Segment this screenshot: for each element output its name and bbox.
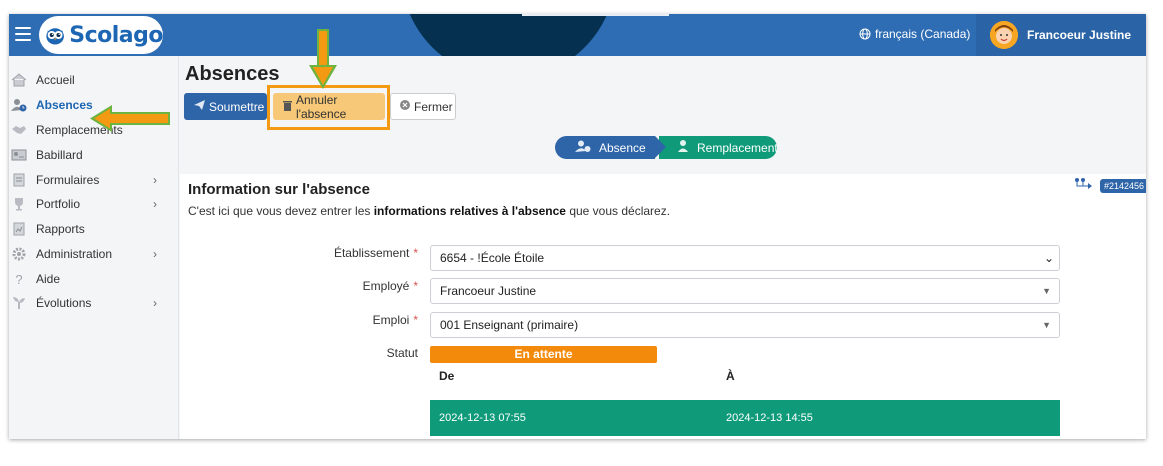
- user-clock-icon: [575, 140, 591, 155]
- main-content: Absences Soumettre Annuler l'absence Fer…: [180, 29, 1146, 439]
- caret-down-icon: ▼: [1042, 320, 1051, 330]
- table-cell-from: 2024-12-13 07:55: [439, 412, 526, 424]
- app-name: Scolago: [69, 22, 163, 48]
- sidebar-item-label: Babillard: [36, 148, 83, 162]
- employe-value: Francoeur Justine: [440, 284, 537, 298]
- employe-label: Employé *: [362, 279, 418, 293]
- table-header-to: À: [726, 369, 735, 383]
- sidebar-item-accueil[interactable]: Accueil: [9, 68, 179, 92]
- sidebar-item-evolutions[interactable]: Évolutions ›: [9, 291, 179, 315]
- menu-icon[interactable]: [15, 27, 31, 41]
- app-logo[interactable]: Scolago: [39, 16, 163, 54]
- annotation-highlight-box: [267, 85, 390, 130]
- table-cell-to: 2024-12-13 14:55: [726, 412, 813, 424]
- header-decoration: [401, 14, 616, 56]
- paper-plane-icon: [194, 100, 205, 113]
- sidebar-item-rapports[interactable]: Rapports: [9, 217, 179, 241]
- sidebar-item-label: Portfolio: [36, 197, 81, 211]
- sidebar-item-administration[interactable]: Administration ›: [9, 242, 179, 266]
- user-name: Francoeur Justine: [1027, 28, 1132, 42]
- globe-icon: [859, 28, 871, 40]
- section-description: C'est ici que vous devez entrer les info…: [188, 204, 671, 218]
- chevron-right-icon: ›: [153, 197, 157, 211]
- sidebar-item-label: Rapports: [36, 222, 85, 236]
- sidebar-item-portfolio[interactable]: Portfolio ›: [9, 192, 179, 216]
- emploi-select[interactable]: 001 Enseignant (primaire) ▼: [430, 312, 1060, 338]
- sidebar-item-label: Accueil: [36, 73, 75, 87]
- sidebar-item-label: Absences: [36, 98, 93, 112]
- emploi-value: 001 Enseignant (primaire): [440, 318, 579, 332]
- statut-label: Statut: [386, 346, 418, 360]
- step-remplacement-label: Remplacement: [697, 140, 778, 155]
- avatar-face-icon: [990, 21, 1018, 49]
- trophy-icon: [10, 196, 28, 212]
- table-header-from: De: [439, 369, 455, 383]
- page-title: Absences: [185, 63, 280, 85]
- progress-steps: Absence Remplacement: [555, 136, 778, 159]
- sidebar-item-babillard[interactable]: Babillard: [9, 143, 179, 167]
- submit-label: Soumettre: [209, 99, 265, 114]
- sidebar-item-aide[interactable]: ? Aide: [9, 267, 179, 291]
- etablissement-value: 6654 - !École Étoile: [440, 251, 545, 265]
- required-mark: *: [413, 279, 418, 293]
- step-remplacement[interactable]: Remplacement: [659, 136, 778, 159]
- annotation-arrow-left-icon: [90, 105, 170, 132]
- gear-icon: [10, 246, 28, 262]
- section-title: Information sur l'absence: [188, 181, 370, 198]
- required-mark: *: [413, 246, 418, 260]
- sidebar-item-label: Formulaires: [36, 173, 100, 187]
- sidebar-item-formulaires[interactable]: Formulaires ›: [9, 168, 179, 192]
- user-clock-icon: [10, 97, 28, 113]
- sidebar-item-label: Administration: [36, 247, 113, 261]
- question-icon: ?: [15, 271, 23, 287]
- status-badge: En attente: [430, 346, 657, 363]
- caret-down-icon: ▼: [1042, 286, 1051, 296]
- sidebar-item-label: Évolutions: [36, 296, 92, 310]
- close-circle-icon: [400, 100, 410, 113]
- chevron-down-icon: ⌄: [1043, 251, 1054, 265]
- report-icon: [10, 221, 28, 237]
- close-label: Fermer: [414, 99, 453, 114]
- etablissement-label: Établissement *: [333, 246, 418, 260]
- sidebar-item-label: Aide: [36, 272, 61, 286]
- employe-select[interactable]: Francoeur Justine ▼: [430, 278, 1060, 304]
- user-swap-icon: [677, 140, 689, 155]
- form-icon: [10, 172, 28, 188]
- etablissement-select[interactable]: 6654 - !École Étoile ⌄: [430, 245, 1060, 271]
- chevron-right-icon: ›: [153, 296, 157, 310]
- sprout-icon: [10, 295, 28, 311]
- app-window: Scolago français (Canada) Francoeur Just…: [9, 14, 1146, 439]
- annotation-arrow-down-icon: [309, 29, 337, 89]
- step-absence-label: Absence: [599, 140, 646, 155]
- submit-button[interactable]: Soumettre: [184, 93, 267, 120]
- header-decoration-strip: [522, 14, 669, 16]
- top-bar: Scolago français (Canada) Francoeur Just…: [9, 14, 1146, 56]
- emploi-label: Emploi *: [372, 313, 418, 327]
- handshake-icon: [10, 122, 28, 138]
- owl-logo-icon: [46, 28, 64, 45]
- absence-info-card: Information sur l'absence C'est ici que …: [180, 174, 1146, 439]
- home-icon: [10, 72, 28, 88]
- workflow-icon[interactable]: [1074, 177, 1096, 193]
- avatar: [990, 21, 1018, 49]
- chevron-right-icon: ›: [153, 173, 157, 187]
- board-icon: [10, 147, 28, 163]
- user-menu[interactable]: Francoeur Justine: [976, 14, 1146, 56]
- required-mark: *: [413, 313, 418, 327]
- absence-id-badge: #2142456: [1100, 179, 1146, 193]
- language-label: français (Canada): [875, 27, 971, 41]
- table-row[interactable]: 2024-12-13 07:55 2024-12-13 14:55: [430, 400, 1060, 436]
- close-button[interactable]: Fermer: [390, 93, 456, 120]
- language-selector[interactable]: français (Canada): [859, 27, 970, 41]
- step-absence[interactable]: Absence: [555, 136, 666, 159]
- chevron-right-icon: ›: [153, 247, 157, 261]
